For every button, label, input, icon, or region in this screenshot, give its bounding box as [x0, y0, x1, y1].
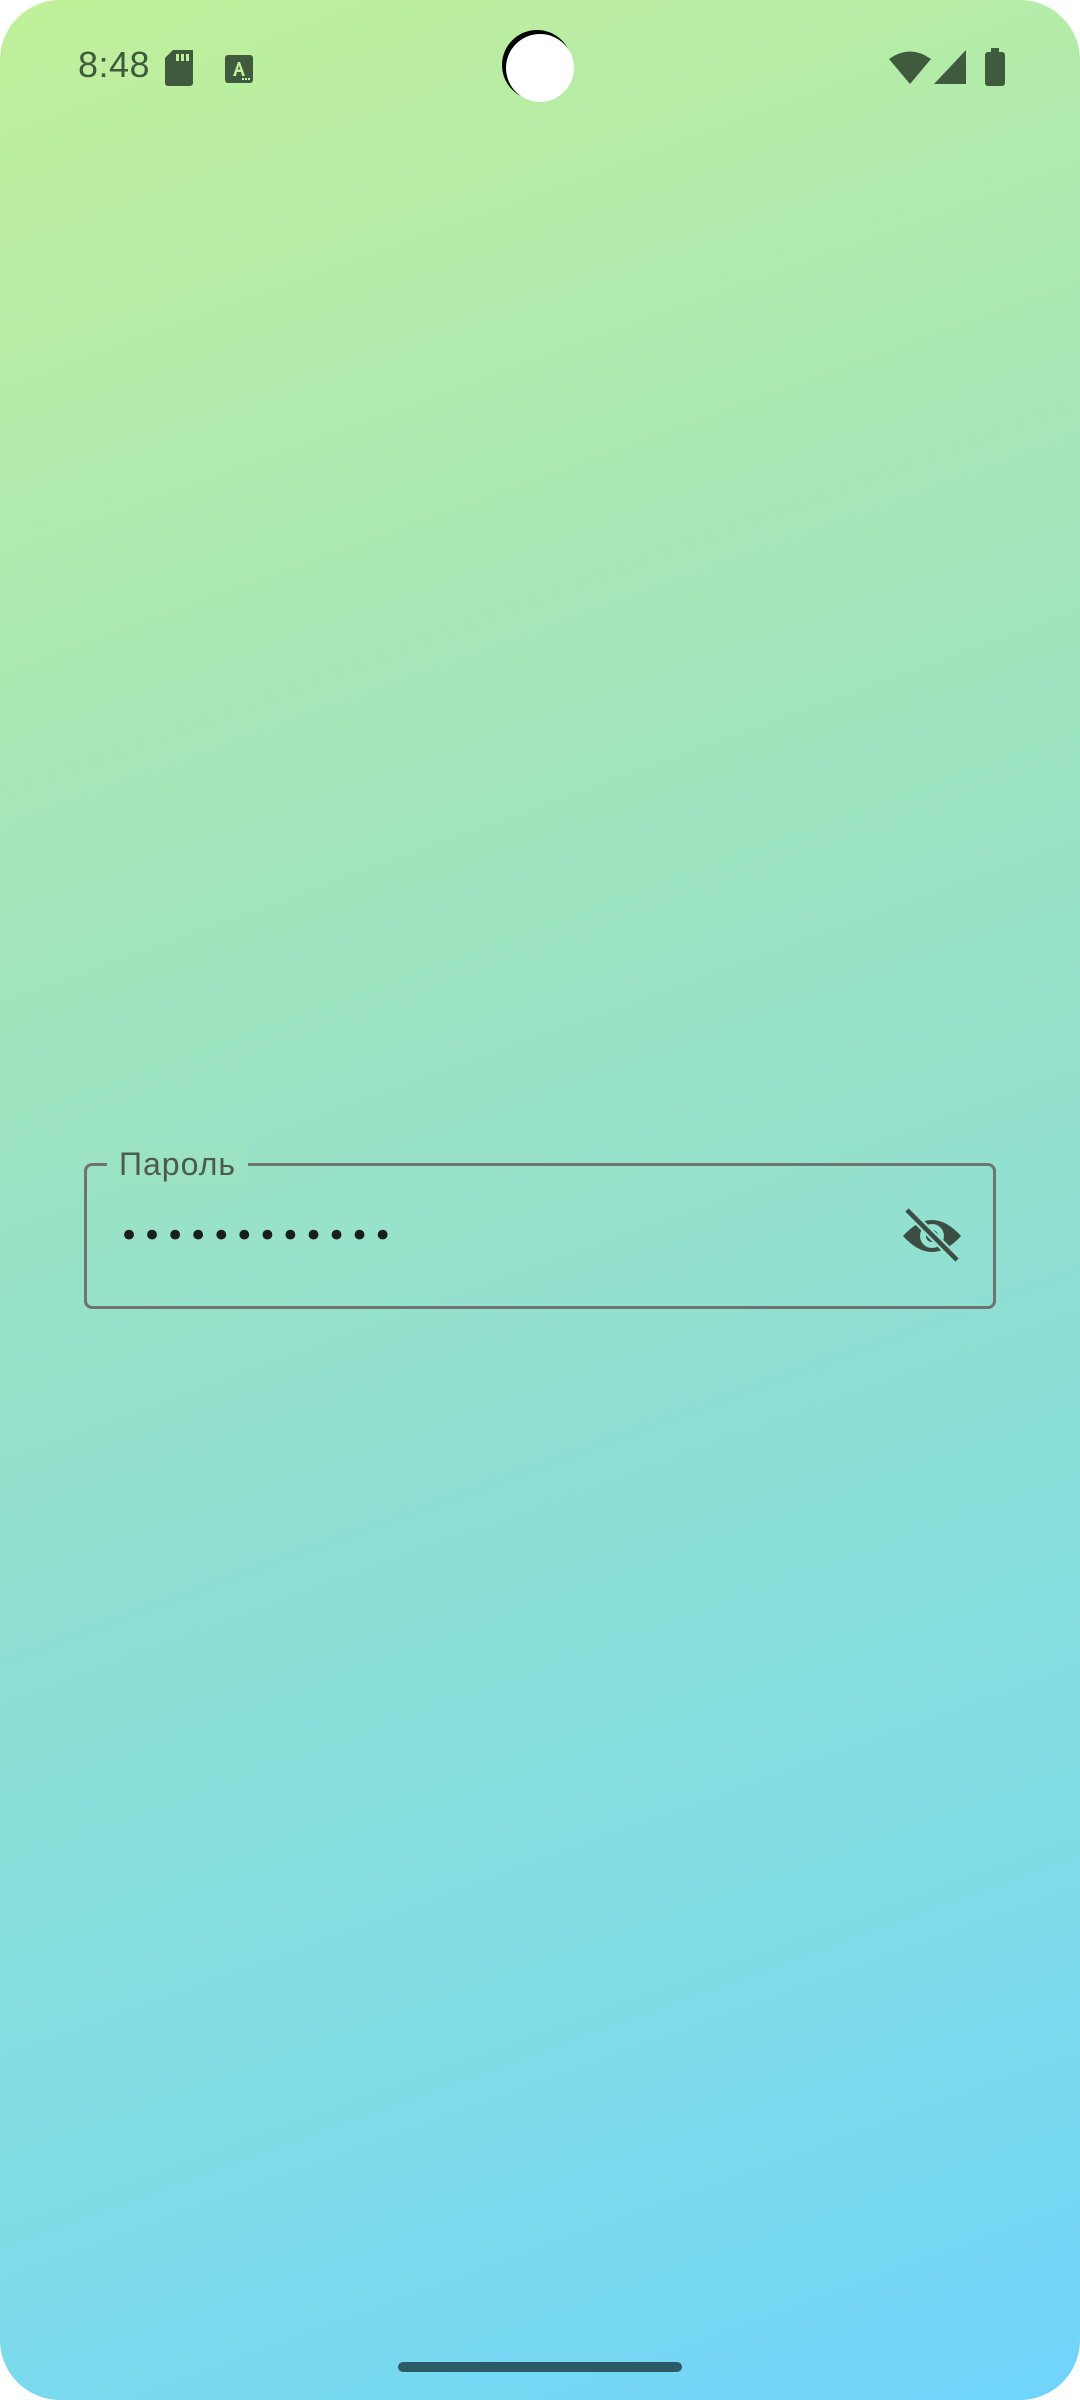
wifi-icon — [889, 51, 931, 84]
battery-icon — [985, 48, 1005, 86]
keyboard-a-icon — [225, 55, 253, 83]
password-field-label: Пароль — [107, 1144, 249, 1184]
home-indicator[interactable] — [398, 2362, 682, 2372]
camera-cutout — [506, 34, 574, 102]
status-time: 8:48 — [78, 44, 151, 85]
password-input[interactable]: •••••••••••• — [119, 1206, 396, 1266]
sd-card-icon — [165, 50, 193, 86]
password-field[interactable]: Пароль •••••••••••• — [84, 1144, 996, 1309]
status-bar: 8:48 — [0, 0, 1080, 136]
app-screen: 8:48 Пароль •••••••••••• — [0, 0, 1080, 2400]
visibility-off-icon[interactable] — [901, 1208, 963, 1264]
signal-icon — [934, 50, 966, 84]
